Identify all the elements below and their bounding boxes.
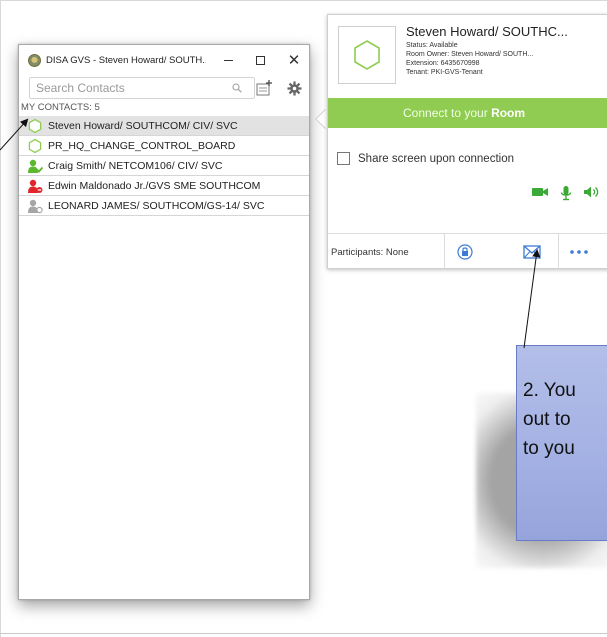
close-button[interactable]: ✕ (285, 51, 303, 69)
room-hexagon-icon (28, 138, 42, 153)
add-contact-icon[interactable] (255, 79, 273, 97)
contact-row[interactable]: PR_HQ_CHANGE_CONTROL_BOARD (19, 136, 309, 156)
contacts-window: DISA GVS - Steven Howard/ SOUTH... ✕ Sea… (18, 44, 310, 600)
contact-row[interactable]: Craig Smith/ NETCOM106/ CIV/ SVC (19, 156, 309, 176)
search-icon[interactable] (232, 83, 242, 93)
envelope-icon (523, 244, 541, 259)
room-avatar (338, 26, 396, 84)
email-invite-button[interactable] (512, 234, 552, 269)
room-hexagon-icon (354, 40, 380, 70)
room-owner: Room Owner: Steven Howard/ SOUTH... (406, 51, 534, 58)
search-input[interactable] (29, 77, 255, 99)
user-online-icon (28, 159, 43, 173)
contact-list: Steven Howard/ SOUTHCOM/ CIV/ SVC PR_HQ_… (19, 116, 309, 216)
share-screen-checkbox[interactable] (337, 152, 350, 165)
microphone-icon[interactable] (559, 185, 573, 201)
share-screen-option[interactable]: Share screen upon connection (337, 152, 514, 165)
callout-line: out to (523, 409, 571, 430)
window-title: DISA GVS - Steven Howard/ SOUTH... (46, 54, 206, 66)
connect-label: Connect to your (403, 106, 488, 120)
contact-name: Steven Howard/ SOUTHCOM/ CIV/ SVC (48, 119, 238, 132)
more-options-button[interactable] (558, 234, 598, 269)
camera-icon[interactable] (531, 185, 549, 199)
callout-line: to you (523, 438, 575, 459)
participants-label: Participants: None (331, 247, 409, 258)
room-status: Status: Available (406, 42, 458, 49)
lock-icon (456, 243, 473, 260)
more-dots-icon (569, 249, 588, 254)
search-row (19, 75, 309, 101)
connect-room-button[interactable]: Connect to your Room (328, 98, 607, 128)
contact-row[interactable]: Steven Howard/ SOUTHCOM/ CIV/ SVC (19, 116, 309, 136)
maximize-icon (255, 55, 265, 65)
lock-room-button[interactable] (444, 234, 484, 269)
room-name: Steven Howard/ SOUTHC... (406, 24, 568, 39)
room-hexagon-icon (28, 118, 42, 133)
popup-footer: Participants: None (328, 233, 607, 269)
minimize-button[interactable] (219, 51, 237, 69)
callout-line: 2. You (523, 380, 576, 401)
contact-name: Craig Smith/ NETCOM106/ CIV/ SVC (48, 159, 223, 172)
contacts-count-header: MY CONTACTS: 5 (21, 102, 100, 113)
contact-name: LEONARD JAMES/ SOUTHCOM/GS-14/ SVC (48, 199, 265, 212)
gear-icon[interactable] (287, 81, 302, 96)
user-busy-icon (28, 179, 43, 193)
share-screen-label: Share screen upon connection (358, 152, 514, 165)
maximize-button[interactable] (251, 51, 269, 69)
minimize-icon (223, 59, 233, 61)
title-bar[interactable]: DISA GVS - Steven Howard/ SOUTH... ✕ (19, 45, 309, 75)
room-tenant: Tenant: PKI-GVS-Tenant (406, 69, 483, 76)
instruction-callout: 2. You out to to you (516, 345, 607, 541)
connect-label-bold: Room (491, 106, 526, 120)
media-controls (531, 185, 601, 201)
speaker-icon[interactable] (583, 185, 601, 199)
user-offline-icon (28, 199, 43, 213)
room-details-popup: Steven Howard/ SOUTHC... Status: Availab… (327, 14, 607, 269)
contact-name: PR_HQ_CHANGE_CONTROL_BOARD (48, 139, 236, 152)
contact-row[interactable]: Edwin Maldonado Jr./GVS SME SOUTHCOM (19, 176, 309, 196)
room-extension: Extension: 6435670998 (406, 60, 480, 67)
page-bottom-rule (0, 633, 607, 634)
contact-row[interactable]: LEONARD JAMES/ SOUTHCOM/GS-14/ SVC (19, 196, 309, 216)
app-logo-icon (28, 53, 41, 67)
contact-name: Edwin Maldonado Jr./GVS SME SOUTHCOM (48, 179, 261, 192)
